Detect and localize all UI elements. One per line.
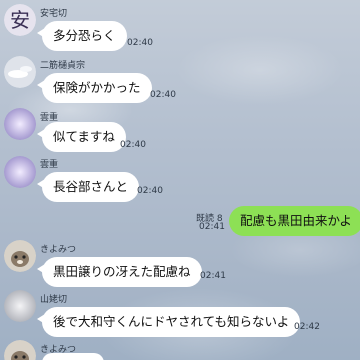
message-bubble[interactable]: 保険がかかった: [37, 73, 152, 103]
purple-blur-avatar-icon[interactable]: [4, 156, 36, 188]
message-bubble[interactable]: [42, 353, 104, 360]
message-bubble[interactable]: 後で大和守くんにドヤされても知らないよ: [36, 307, 301, 337]
message-time: 02:41: [199, 222, 225, 232]
dog-avatar-icon[interactable]: [4, 340, 36, 360]
message-bubble[interactable]: 黒田譲りの冴えた配慮ね: [37, 257, 202, 287]
message-bubble[interactable]: 多分恐らく: [37, 21, 127, 51]
message-bubble[interactable]: 似てますね: [37, 122, 126, 152]
purple-blur-avatar-icon[interactable]: [4, 108, 36, 140]
message-bubble[interactable]: 長谷部さんと: [36, 172, 140, 202]
outgoing-message-bubble[interactable]: 配慮も黒田由来かよ: [229, 206, 360, 236]
message-time: 02:41: [200, 271, 226, 281]
sender-name: 安宅切: [40, 9, 68, 19]
sender-name: 雲重: [40, 160, 59, 170]
snow-avatar-icon[interactable]: [4, 56, 36, 88]
svg-text:安: 安: [10, 8, 30, 32]
sender-name: 山姥切: [40, 295, 68, 305]
message-time: 02:40: [127, 38, 153, 48]
sender-name: 二筋樋貞宗: [40, 61, 86, 71]
dog-avatar-icon[interactable]: [4, 240, 36, 272]
message-time: 02:40: [137, 186, 163, 196]
message-time: 02:40: [120, 140, 146, 150]
message-time: 02:42: [294, 322, 320, 332]
grey-blur-avatar-icon[interactable]: [4, 290, 36, 322]
sender-name: きよみつ: [40, 245, 77, 255]
kanji-avatar-icon[interactable]: 安: [4, 4, 36, 36]
message-time: 02:40: [150, 90, 176, 100]
